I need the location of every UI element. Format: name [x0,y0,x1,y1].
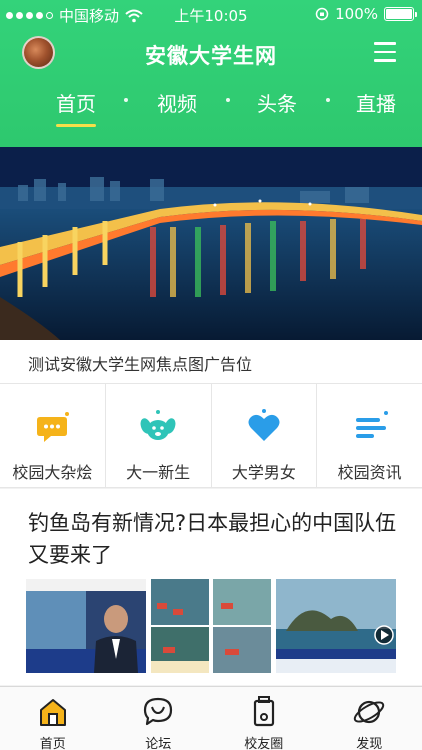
bottom-tab-label: 论坛 [145,737,172,750]
bottom-tab-label: 发现 [356,737,383,750]
news-article-card[interactable]: 钓鱼岛有新情况?日本最担心的中国队伍又要来了 [0,489,422,685]
title-bar: 安徽大学生网 [0,34,422,74]
app-title: 安徽大学生网 [145,44,277,68]
battery-percent: 100% [335,5,378,23]
quick-link-label: 校园资讯 [337,463,402,482]
quick-link-campus-mix[interactable]: 校园大杂烩 [0,384,106,487]
bottom-tab-discover[interactable]: 发现 [317,687,422,750]
chat-bubble-icon [37,412,70,442]
bottom-tab-home[interactable]: 首页 [0,687,106,750]
banner-caption[interactable]: 测试安徽大学生网焦点图广告位 [0,340,422,384]
bottom-tab-label: 首页 [39,737,66,750]
tab-video[interactable]: 视频 [157,88,197,117]
quick-link-label: 校园大杂烩 [12,463,93,482]
tab-home[interactable]: 首页 [56,88,96,127]
menu-icon[interactable] [374,42,396,62]
quick-link-label: 大一新生 [126,463,191,482]
app-header: 中国移动 上午10:05 100% 安徽大学生网 首页 视频 头条 直播 [0,0,422,147]
status-bar: 中国移动 上午10:05 100% [0,0,422,28]
article-thumbnails [26,579,396,673]
thumbnail-news-anchor[interactable] [26,579,146,673]
tab-separator-dot [326,98,330,102]
news-lines-icon [355,411,388,438]
home-icon [39,699,66,726]
status-right: 100% [315,5,417,23]
thumbnail-fishing-boats[interactable] [151,579,271,673]
tab-headlines[interactable]: 头条 [257,88,297,117]
channel-tabs: 首页 视频 头条 直播 [0,88,422,128]
rotation-lock-icon [315,7,329,21]
quick-link-campus-news[interactable]: 校园资讯 [317,384,422,487]
heart-icon [248,409,280,441]
bottom-tab-forum[interactable]: 论坛 [106,687,212,750]
bottom-tab-bar: 首页 论坛 校友圈 发现 [0,686,422,750]
forum-icon [144,697,173,726]
quick-link-freshmen[interactable]: 大一新生 [106,384,212,487]
alumni-icon [253,696,274,727]
focus-banner-image[interactable] [0,147,422,340]
puppy-icon [140,410,176,440]
tab-live[interactable]: 直播 [356,88,396,117]
battery-icon [384,7,417,21]
bottom-tab-alumni[interactable]: 校友圈 [211,687,317,750]
tab-separator-dot [226,98,230,102]
bottom-tab-label: 校友圈 [244,737,284,750]
planet-icon [354,700,385,724]
thumbnail-islands-video[interactable] [276,579,396,673]
quick-link-label: 大学男女 [231,463,296,482]
article-title[interactable]: 钓鱼岛有新情况?日本最担心的中国队伍又要来了 [28,507,398,571]
tab-separator-dot [124,98,128,102]
quick-link-college-dating[interactable]: 大学男女 [212,384,318,487]
quick-links: 校园大杂烩 大一新生 大学男女 校园资讯 [0,384,422,488]
